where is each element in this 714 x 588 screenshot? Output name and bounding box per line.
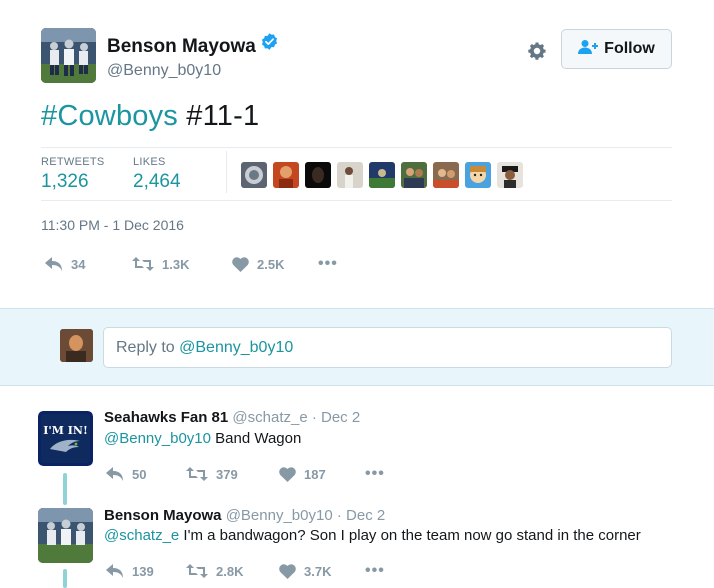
reply-icon (106, 564, 124, 578)
heart-icon (279, 563, 296, 579)
retweet-icon (186, 467, 208, 481)
gear-icon[interactable] (526, 40, 548, 62)
retweet-icon (132, 257, 154, 271)
reply-action[interactable]: 50 (106, 467, 186, 482)
reply-text-rest: I'm a bandwagon? Son I play on the team … (179, 527, 641, 544)
liker-avatar[interactable] (401, 162, 427, 188)
reply-icon (45, 257, 63, 271)
reply-date[interactable]: · Dec 2 (337, 507, 385, 524)
verified-icon (260, 32, 279, 57)
reply-actions: 139 2.8K 3.7K ••• (106, 562, 385, 580)
hashtag-link[interactable]: #Cowboys (41, 100, 178, 132)
likes-label: LIKES (133, 156, 166, 168)
tweet-text-rest: #11-1 (178, 100, 260, 132)
reply-author-avatar[interactable] (38, 508, 93, 563)
heart-icon (279, 466, 296, 482)
liker-avatar[interactable] (337, 162, 363, 188)
reply-icon (106, 467, 124, 481)
follow-label: Follow (604, 40, 655, 57)
reply-actions: 50 379 187 ••• (106, 465, 385, 483)
reply-input[interactable]: Reply to @Benny_b0y10 (103, 327, 672, 368)
reply-header: Seahawks Fan 81 @schatz_e · Dec 2 (104, 409, 360, 426)
reply-mention: @Benny_b0y10 (179, 339, 294, 356)
seahawks-avatar-text: I'M IN! (43, 424, 88, 437)
like-action[interactable]: 3.7K (279, 564, 365, 579)
stat-divider (226, 151, 227, 193)
like-count: 187 (304, 466, 326, 482)
reply-count: 34 (71, 256, 86, 272)
like-action[interactable]: 2.5K (232, 257, 318, 272)
retweet-count: 2.8K (216, 563, 244, 579)
reply-text-rest: Band Wagon (210, 430, 302, 447)
reply-text: @schatz_e I'm a bandwagon? Son I play on… (104, 527, 641, 544)
retweets-label: RETWEETS (41, 156, 105, 168)
retweet-count: 379 (216, 466, 238, 482)
liker-avatar[interactable] (305, 162, 331, 188)
reply-author-name[interactable]: Benson Mayowa (104, 507, 222, 524)
retweet-action[interactable]: 1.3K (132, 257, 232, 272)
retweet-action[interactable]: 379 (186, 467, 279, 482)
main-tweet: Benson Mayowa @Benny_b0y10 Follow #Cowbo… (0, 0, 714, 308)
reply-author-handle[interactable]: @schatz_e (232, 409, 307, 426)
reply-date[interactable]: · Dec 2 (312, 409, 360, 426)
author-avatar[interactable] (41, 28, 96, 83)
reply-action[interactable]: 139 (106, 564, 186, 579)
reply-tweet[interactable]: Benson Mayowa @Benny_b0y10 · Dec 2 @scha… (0, 497, 714, 588)
retweets-value: 1,326 (41, 171, 89, 192)
likes-value: 2,464 (133, 171, 181, 192)
author-handle[interactable]: @Benny_b0y10 (107, 62, 221, 80)
retweet-icon (186, 564, 208, 578)
reply-action[interactable]: 34 (45, 257, 132, 272)
liker-avatar[interactable] (241, 162, 267, 188)
divider (41, 147, 672, 148)
more-action[interactable]: ••• (365, 465, 385, 483)
reply-tweet[interactable]: I'M IN! Seahawks Fan 81 @schatz_e · Dec … (0, 387, 714, 505)
divider (41, 200, 672, 201)
reply-mention-link[interactable]: @schatz_e (104, 527, 179, 544)
reply-mention-link[interactable]: @Benny_b0y10 (104, 430, 211, 447)
heart-icon (232, 256, 249, 272)
follow-person-icon (578, 39, 599, 60)
reply-count: 50 (132, 466, 147, 482)
liker-avatars (241, 162, 523, 188)
reply-header: Benson Mayowa @Benny_b0y10 · Dec 2 (104, 507, 385, 524)
reply-author-avatar[interactable]: I'M IN! (38, 411, 93, 466)
like-action[interactable]: 187 (279, 467, 365, 482)
tweet-text: #Cowboys #11-1 (41, 100, 259, 133)
reply-count: 139 (132, 563, 154, 579)
liker-avatar[interactable] (433, 162, 459, 188)
follow-button[interactable]: Follow (561, 29, 672, 69)
liker-avatar[interactable] (369, 162, 395, 188)
like-count: 3.7K (304, 563, 332, 579)
reply-text: @Benny_b0y10 Band Wagon (104, 430, 301, 447)
liker-avatar[interactable] (497, 162, 523, 188)
retweet-action[interactable]: 2.8K (186, 564, 279, 579)
liker-avatar[interactable] (465, 162, 491, 188)
current-user-avatar[interactable] (60, 329, 93, 362)
liker-avatar[interactable] (273, 162, 299, 188)
author-name[interactable]: Benson Mayowa (107, 36, 256, 57)
more-icon: ••• (365, 465, 385, 482)
reply-composer: Reply to @Benny_b0y10 (0, 308, 714, 386)
reply-prefix: Reply to (116, 339, 180, 356)
reply-author-name[interactable]: Seahawks Fan 81 (104, 409, 228, 426)
author-name-row[interactable]: Benson Mayowa (107, 33, 279, 58)
like-count: 2.5K (257, 256, 285, 272)
tweet-timestamp[interactable]: 11:30 PM - 1 Dec 2016 (41, 217, 184, 233)
thread-line (63, 569, 67, 588)
more-icon: ••• (318, 255, 338, 272)
retweets-stat[interactable]: RETWEETS 1,326 (41, 156, 105, 193)
more-action[interactable]: ••• (318, 255, 338, 273)
reply-author-handle[interactable]: @Benny_b0y10 (226, 507, 333, 524)
likes-stat[interactable]: LIKES 2,464 (133, 156, 181, 193)
retweet-count: 1.3K (162, 256, 190, 272)
more-icon: ••• (365, 562, 385, 579)
more-action[interactable]: ••• (365, 562, 385, 580)
tweet-actions: 34 1.3K 2.5K ••• (45, 255, 338, 273)
